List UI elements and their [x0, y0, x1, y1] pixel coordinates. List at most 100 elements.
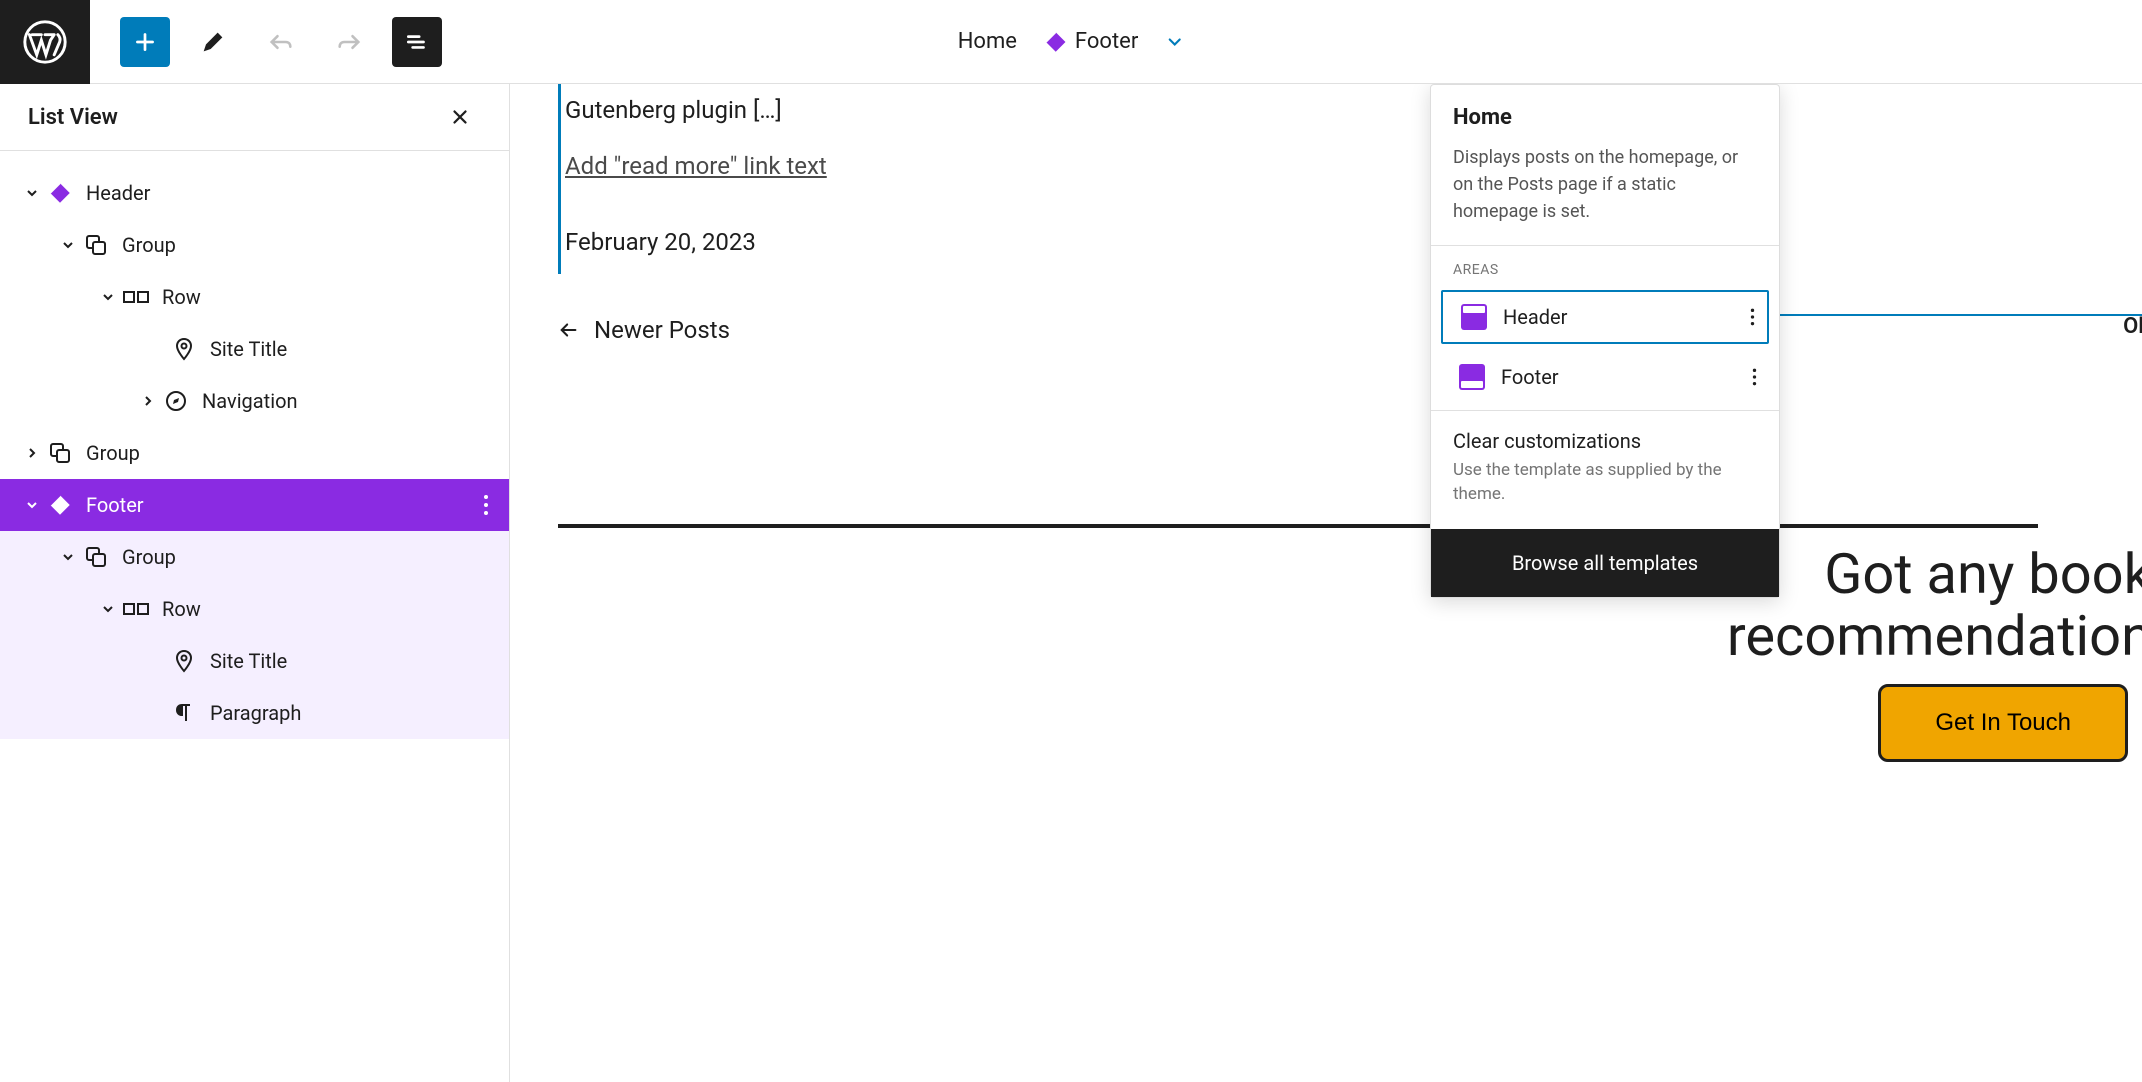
- popover-header: Home Displays posts on the homepage, or …: [1431, 85, 1779, 245]
- more-options-button[interactable]: [483, 494, 489, 516]
- undo-button[interactable]: [256, 17, 306, 67]
- footer-heading-line2: recommendation: [1727, 606, 2142, 668]
- redo-button[interactable]: [324, 17, 374, 67]
- clear-title: Clear customizations: [1453, 429, 1757, 453]
- toolbar-left-group: [90, 17, 442, 67]
- undo-icon: [267, 28, 295, 56]
- chevron-down-icon[interactable]: [1164, 32, 1184, 52]
- newer-posts-label: Newer Posts: [594, 316, 730, 344]
- template-part-icon: [1043, 29, 1069, 55]
- chevron-down-icon: [24, 185, 40, 201]
- area-more-button[interactable]: [1752, 367, 1757, 387]
- group-icon: [84, 233, 108, 257]
- tree-item-group[interactable]: Group: [0, 427, 509, 479]
- row-icon: [123, 285, 149, 309]
- tree-item-group[interactable]: Group: [0, 531, 509, 583]
- tree-label: Group: [86, 441, 140, 465]
- more-vertical-icon: [1752, 367, 1757, 387]
- wordpress-icon: [23, 20, 67, 64]
- breadcrumb: Home Footer: [958, 25, 1185, 59]
- more-vertical-icon: [483, 494, 489, 516]
- footer-overflow-text: Ol: [2123, 314, 2142, 339]
- tree-item-group[interactable]: Group: [0, 219, 509, 271]
- areas-label: AREAS: [1431, 246, 1779, 290]
- list-view-title: List View: [28, 105, 118, 130]
- add-block-button[interactable]: [120, 17, 170, 67]
- tree-item-site-title[interactable]: Site Title: [0, 323, 509, 375]
- tree-item-navigation[interactable]: Navigation: [0, 375, 509, 427]
- area-label: Footer: [1501, 365, 1559, 389]
- tree-item-paragraph[interactable]: Paragraph: [0, 687, 509, 739]
- template-part-icon: [47, 180, 73, 206]
- area-more-button[interactable]: [1750, 307, 1755, 327]
- group-icon: [84, 545, 108, 569]
- header-area-icon: [1461, 304, 1487, 330]
- close-icon: [449, 106, 471, 128]
- breadcrumb-home[interactable]: Home: [958, 29, 1017, 54]
- chevron-right-icon: [140, 393, 156, 409]
- tools-button[interactable]: [188, 17, 238, 67]
- paragraph-icon: [172, 701, 196, 725]
- footer-heading-line1: Got any book: [1727, 544, 2142, 606]
- close-list-view-button[interactable]: [439, 102, 481, 132]
- post-excerpt[interactable]: Gutenberg plugin […]: [565, 84, 1408, 132]
- plus-icon: [132, 29, 158, 55]
- list-view-icon: [404, 29, 430, 55]
- list-view-button[interactable]: [392, 17, 442, 67]
- tree-item-site-title[interactable]: Site Title: [0, 635, 509, 687]
- list-view-header: List View: [0, 84, 509, 151]
- pencil-icon: [199, 28, 227, 56]
- redo-icon: [335, 28, 363, 56]
- template-part-icon: [47, 492, 73, 518]
- clear-customizations[interactable]: Clear customizations Use the template as…: [1431, 411, 1779, 529]
- tree-label: Row: [162, 285, 201, 309]
- tree-item-footer[interactable]: Footer: [0, 479, 509, 531]
- row-icon: [123, 597, 149, 621]
- footer-heading[interactable]: Got any book recommendation: [1727, 544, 2142, 667]
- top-toolbar: Home Footer: [0, 0, 2142, 84]
- tree-item-row[interactable]: Row: [0, 271, 509, 323]
- chevron-down-icon: [100, 289, 116, 305]
- tree-label: Navigation: [202, 389, 298, 413]
- more-vertical-icon: [1750, 307, 1755, 327]
- chevron-down-icon: [60, 237, 76, 253]
- popover-title: Home: [1453, 105, 1757, 130]
- chevron-down-icon: [100, 601, 116, 617]
- tree-label: Row: [162, 597, 201, 621]
- chevron-down-icon: [60, 549, 76, 565]
- tree-label: Group: [122, 545, 176, 569]
- tree-label: Group: [122, 233, 176, 257]
- browse-templates-button[interactable]: Browse all templates: [1431, 529, 1779, 597]
- block-tree: Header Group Row Site Title Navigation: [0, 151, 509, 739]
- tree-label: Paragraph: [210, 701, 301, 725]
- footer-area-icon: [1459, 364, 1485, 390]
- tree-label: Site Title: [210, 337, 287, 361]
- popover-description: Displays posts on the homepage, or on th…: [1453, 144, 1757, 225]
- main-area: List View Header Group Row: [0, 84, 2142, 1082]
- tree-label: Site Title: [210, 649, 287, 673]
- group-icon: [48, 441, 72, 465]
- read-more-link[interactable]: Add "read more" link text: [565, 132, 827, 200]
- template-popover: Home Displays posts on the homepage, or …: [1430, 84, 1780, 598]
- clear-description: Use the template as supplied by the them…: [1453, 459, 1757, 507]
- tree-label: Footer: [86, 493, 144, 517]
- area-item-header[interactable]: Header: [1441, 290, 1769, 344]
- breadcrumb-current[interactable]: Footer: [1035, 25, 1146, 59]
- area-label: Header: [1503, 305, 1567, 329]
- post-date[interactable]: February 20, 2023: [565, 200, 1408, 274]
- area-item-footer[interactable]: Footer: [1441, 352, 1769, 402]
- newer-posts-link[interactable]: Newer Posts: [558, 316, 730, 344]
- get-in-touch-button[interactable]: Get In Touch: [1878, 684, 2128, 762]
- canvas-divider: [558, 524, 2038, 528]
- tree-item-row[interactable]: Row: [0, 583, 509, 635]
- pin-icon: [172, 649, 196, 673]
- compass-icon: [164, 389, 188, 413]
- list-view-panel: List View Header Group Row: [0, 84, 510, 1082]
- editor-canvas[interactable]: Gutenberg plugin […] Add "read more" lin…: [510, 84, 2142, 1082]
- arrow-left-icon: [558, 319, 580, 341]
- chevron-right-icon: [24, 445, 40, 461]
- pin-icon: [172, 337, 196, 361]
- tree-item-header[interactable]: Header: [0, 167, 509, 219]
- post-block[interactable]: Gutenberg plugin […] Add "read more" lin…: [558, 84, 1408, 274]
- wordpress-logo-button[interactable]: [0, 0, 90, 84]
